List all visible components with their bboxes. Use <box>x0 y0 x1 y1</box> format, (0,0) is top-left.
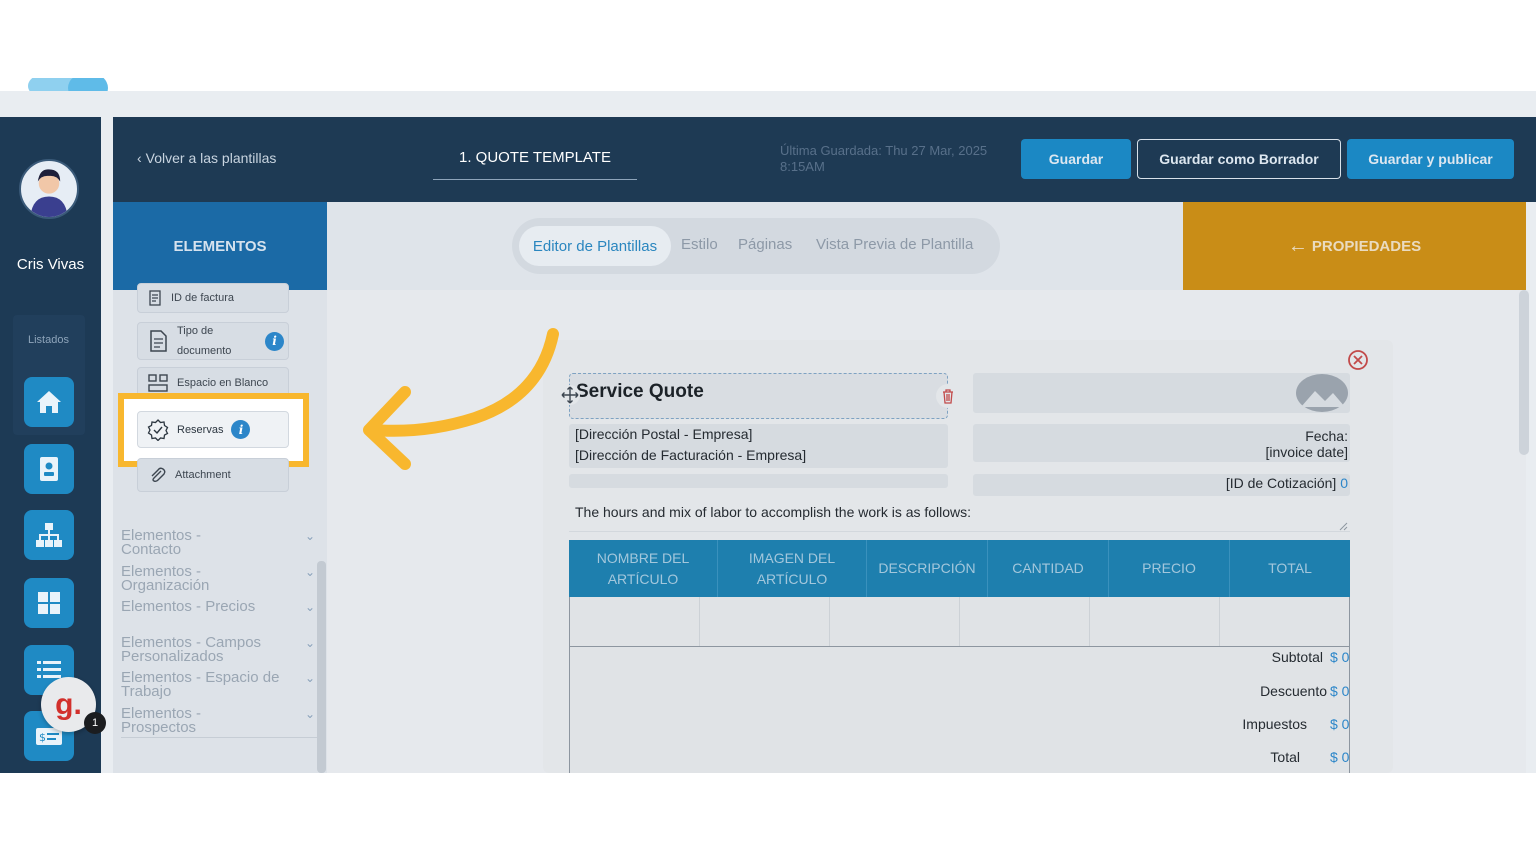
element-card-attachment[interactable]: Attachment <box>137 458 289 492</box>
table-cell <box>700 597 830 646</box>
grid-icon <box>38 592 60 614</box>
total-label: Total <box>1270 749 1300 765</box>
resize-handle-icon[interactable] <box>1338 521 1348 531</box>
element-card-invoice-id[interactable]: ID de factura <box>137 283 289 313</box>
elements-panel-header[interactable]: ELEMENTOS <box>113 202 327 290</box>
document-title[interactable]: Service Quote <box>576 381 704 403</box>
info-icon[interactable]: i <box>231 420 251 439</box>
properties-title: PROPIEDADES <box>1311 237 1422 255</box>
table-cell <box>1220 597 1349 646</box>
column-header: PRECIO <box>1109 540 1230 597</box>
close-icon[interactable] <box>1347 349 1369 371</box>
element-card-label: Attachment <box>175 469 231 481</box>
table-cell <box>570 597 700 646</box>
element-card-label: Tipo de documento <box>177 325 232 357</box>
taxes-label: Impuestos <box>1242 716 1307 732</box>
element-card-reservations[interactable]: Reservas i <box>137 411 289 448</box>
chevron-down-icon: ⌄ <box>304 636 315 650</box>
annotation-arrow-icon <box>363 328 559 470</box>
table-cell <box>960 597 1090 646</box>
arrow-left-icon: ← <box>1287 234 1308 257</box>
trash-icon[interactable] <box>936 384 960 408</box>
element-card-label: Reservas <box>177 423 224 436</box>
tab-template-editor[interactable]: Editor de Plantillas <box>519 226 671 266</box>
chevron-down-icon: ⌄ <box>304 707 315 721</box>
template-name-input[interactable]: 1. QUOTE TEMPLATE <box>433 146 637 180</box>
section-prospects[interactable]: Elementos - Prospectos ⌄ <box>121 706 315 735</box>
rail-grid-button[interactable] <box>24 578 74 628</box>
spacer-block[interactable] <box>569 474 948 488</box>
user-name: Cris Vivas <box>16 256 85 273</box>
postal-address-field: [Dirección Postal - Empresa] <box>575 426 753 442</box>
rail-section-label: Listados <box>28 334 69 346</box>
rail-home-button[interactable] <box>24 377 74 427</box>
chevron-down-icon: ⌄ <box>304 565 315 579</box>
section-organization[interactable]: Elementos - Organización ⌄ <box>121 564 315 593</box>
logo-placeholder[interactable] <box>973 373 1350 413</box>
element-card-document-type[interactable]: Tipo de documento i <box>137 322 289 360</box>
blank-space-icon <box>148 374 168 392</box>
app-screen: Cris Vivas Listados $ ‹ Volver a las pla… <box>0 91 1536 773</box>
save-and-publish-button[interactable]: Guardar y publicar <box>1347 139 1514 179</box>
image-placeholder-icon <box>1296 374 1348 412</box>
chevron-down-icon: ⌄ <box>304 529 315 543</box>
paperclip-icon <box>151 467 166 483</box>
element-card-label: Espacio en Blanco <box>177 377 269 389</box>
quote-id: [ID de Cotización] 0 <box>1180 475 1348 491</box>
reservations-icon <box>147 418 169 441</box>
home-icon <box>37 391 61 413</box>
svg-text:$: $ <box>39 731 46 744</box>
column-header: CANTIDAD <box>988 540 1109 597</box>
contact-card-icon <box>40 457 58 481</box>
table-cell <box>1090 597 1220 646</box>
back-label: Volver a las plantillas <box>145 150 277 166</box>
total-value: $ 0 <box>1330 749 1350 765</box>
document-type-icon <box>150 330 167 352</box>
tab-pages[interactable]: Páginas <box>738 236 792 253</box>
table-cell <box>830 597 960 646</box>
tab-template-preview[interactable]: Vista Previa de Plantilla <box>816 236 973 253</box>
subtotal-value: $ 0 <box>1330 649 1350 665</box>
chevron-left-icon: ‹ <box>137 150 142 166</box>
section-prices[interactable]: Elementos - Precios ⌄ <box>121 599 315 614</box>
section-contact[interactable]: Elementos - Contacto ⌄ <box>121 528 315 557</box>
tab-style[interactable]: Estilo <box>681 236 718 253</box>
column-header: TOTAL <box>1268 560 1312 576</box>
chevron-down-icon: ⌄ <box>304 600 315 614</box>
labor-text: The hours and mix of labor to accomplish… <box>575 504 972 520</box>
last-saved-text: Última Guardada: Thu 27 Mar, 2025 8:15AM <box>780 143 988 174</box>
org-chart-icon <box>36 523 62 547</box>
rail-contacts-button[interactable] <box>24 444 74 494</box>
date-value: [invoice date] <box>1265 444 1349 460</box>
save-button[interactable]: Guardar <box>1021 139 1131 179</box>
element-card-label: ID de factura <box>171 292 234 304</box>
chevron-down-icon: ⌄ <box>304 671 315 685</box>
info-icon[interactable]: i <box>265 331 284 351</box>
rail-org-button[interactable] <box>24 510 74 560</box>
table-row[interactable] <box>569 597 1350 647</box>
discount-label: Descuento <box>1260 683 1327 699</box>
column-header: NOMBRE DEL ARTÍCULO <box>569 540 718 597</box>
billing-address-field: [Dirección de Facturación - Empresa] <box>575 447 807 463</box>
column-header: DESCRIPCIÓN <box>867 540 988 597</box>
divider <box>121 737 317 738</box>
notification-badge: 1 <box>84 712 106 734</box>
elements-panel-scrollbar[interactable] <box>317 561 326 773</box>
subtotal-label: Subtotal <box>1271 649 1323 665</box>
canvas-scrollbar[interactable] <box>1519 290 1529 455</box>
quote-id-label: [ID de Cotización] <box>1225 475 1337 491</box>
save-as-draft-button[interactable]: Guardar como Borrador <box>1137 139 1341 179</box>
invoice-id-icon <box>149 290 161 306</box>
section-custom-fields[interactable]: Elementos - Campos Personalizados ⌄ <box>121 635 315 664</box>
table-header: NOMBRE DEL ARTÍCULO IMAGEN DEL ARTÍCULO … <box>569 540 1350 597</box>
section-workspace[interactable]: Elementos - Espacio de Trabajo ⌄ <box>121 670 315 699</box>
column-header: IMAGEN DEL ARTÍCULO <box>718 540 867 597</box>
avatar[interactable] <box>19 159 79 219</box>
taxes-value: $ 0 <box>1330 716 1350 732</box>
properties-panel-header[interactable]: ← PROPIEDADES <box>1183 202 1526 290</box>
date-label: Fecha: <box>1305 428 1348 444</box>
back-to-templates-link[interactable]: ‹ Volver a las plantillas <box>137 150 276 166</box>
quote-id-value: 0 <box>1340 475 1348 491</box>
discount-value: $ 0 <box>1330 683 1350 699</box>
